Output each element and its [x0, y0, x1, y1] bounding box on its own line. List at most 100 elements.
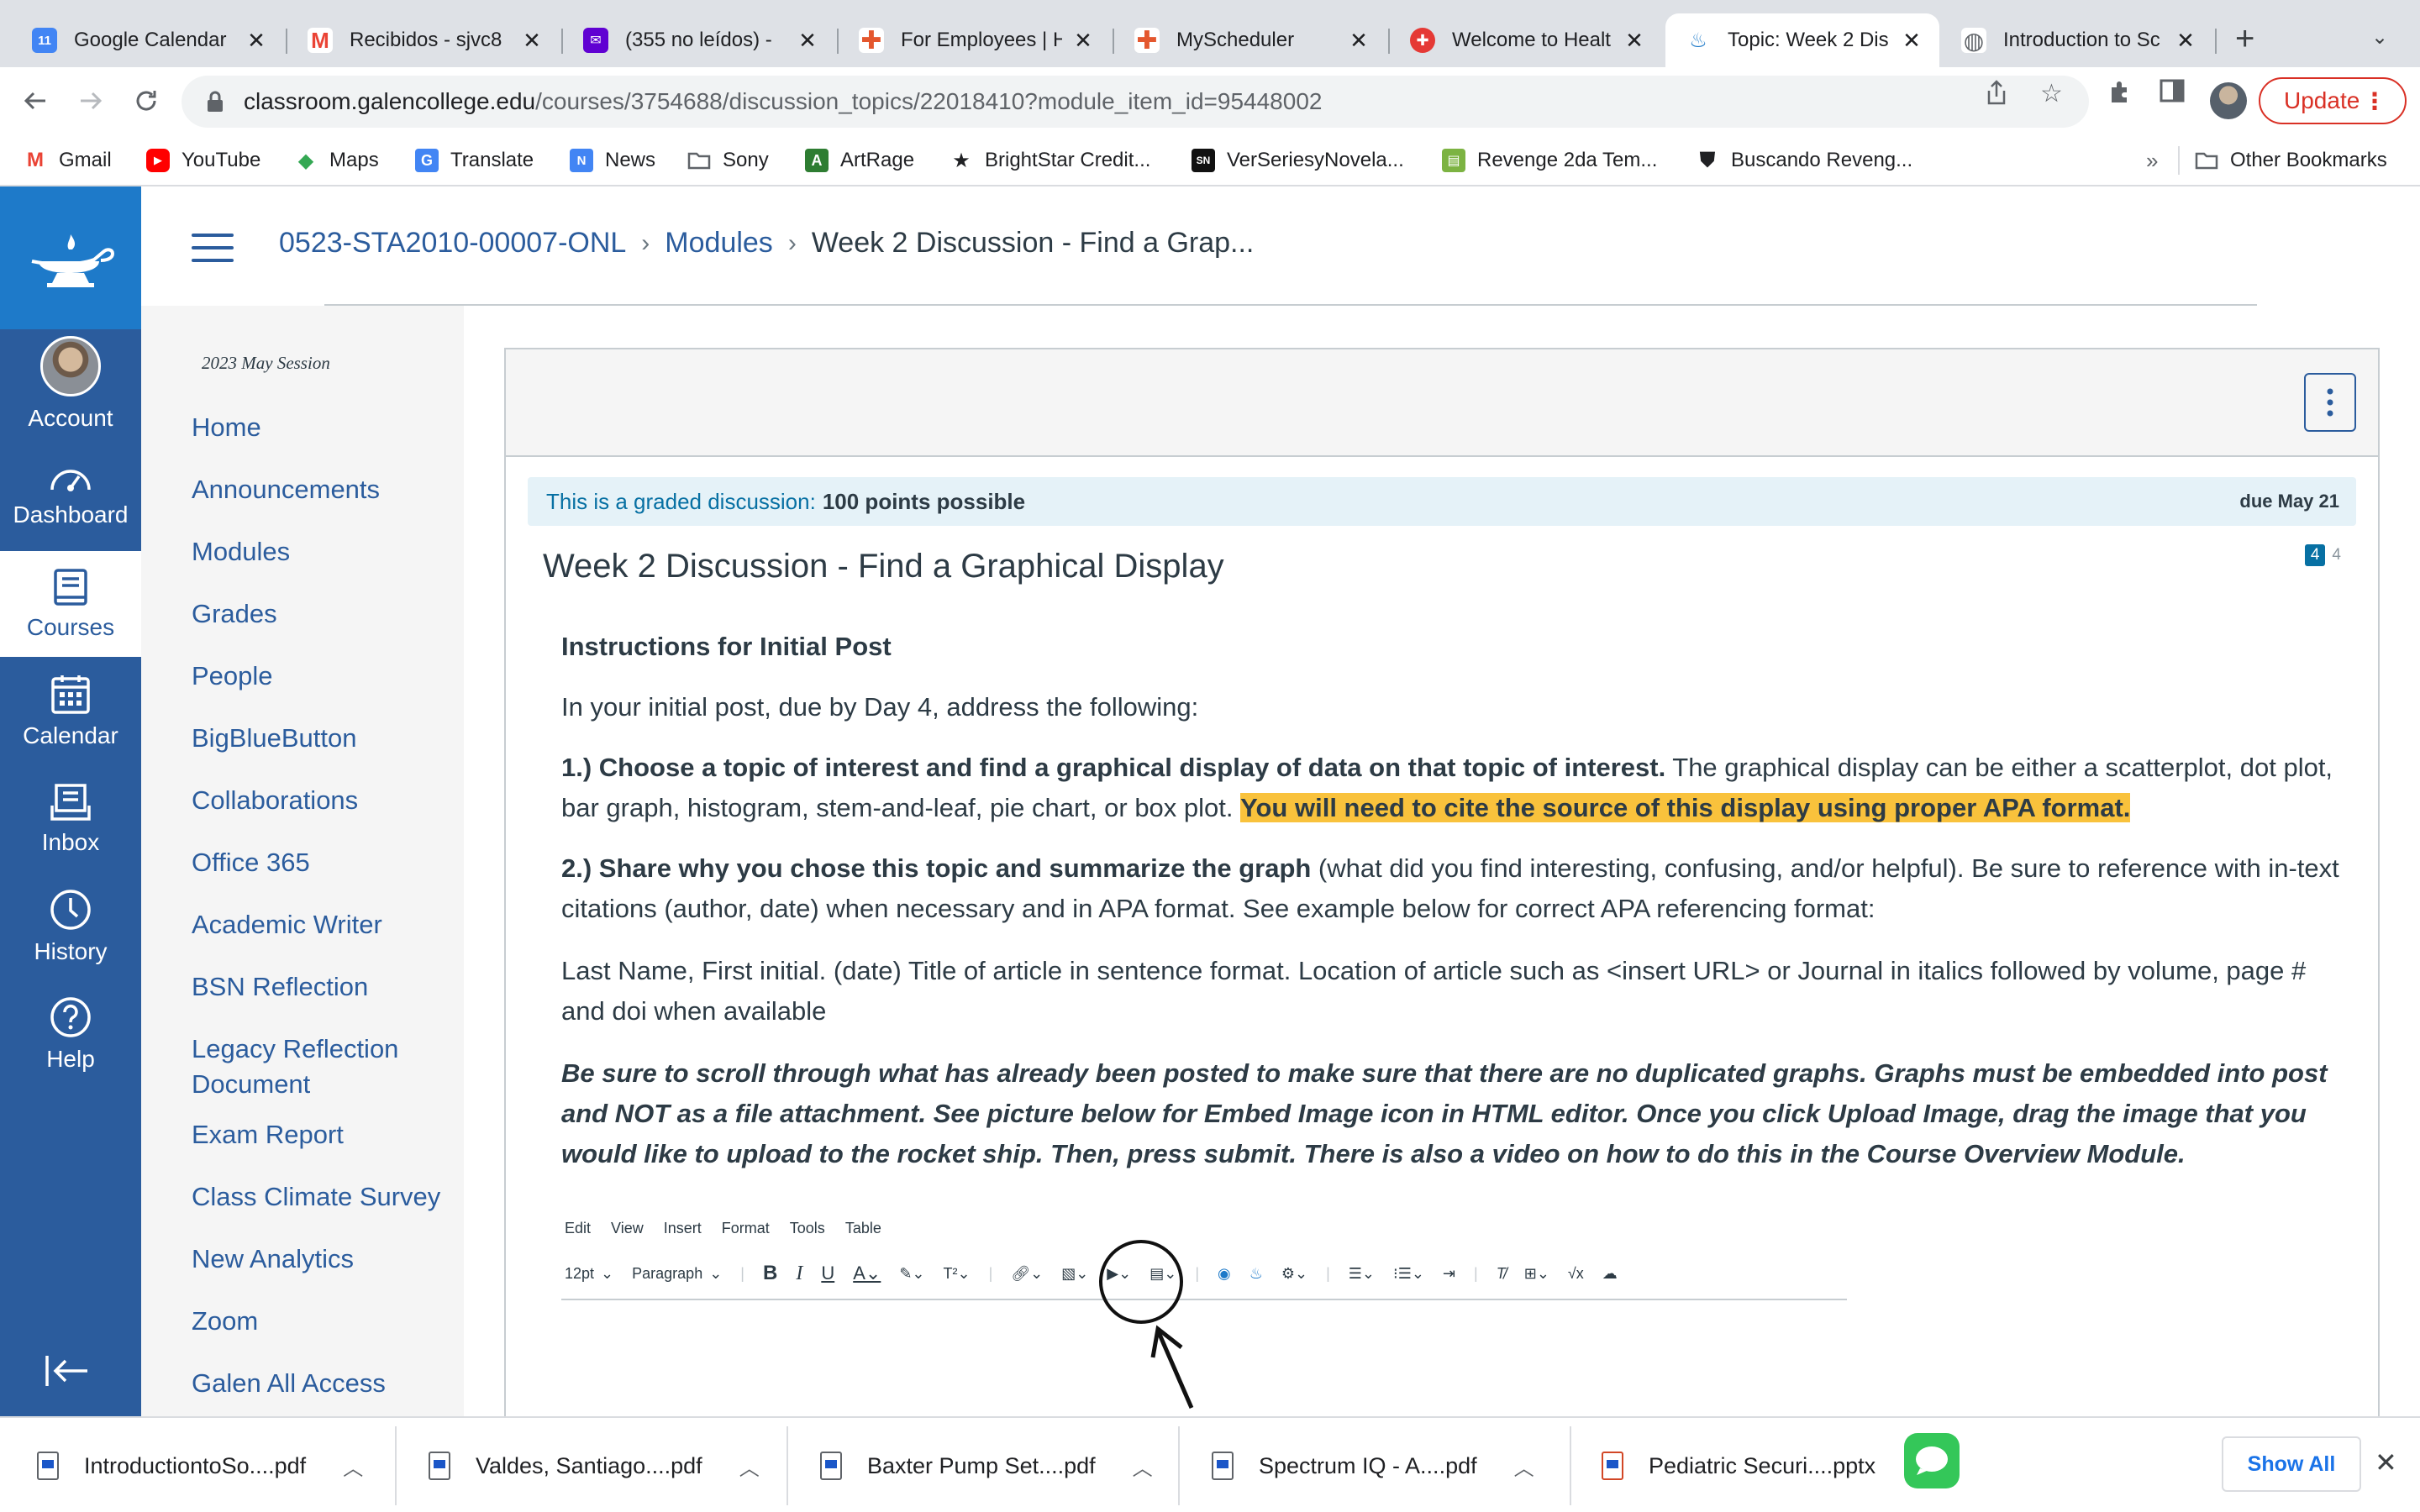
close-tab-icon[interactable]: ✕	[1346, 28, 1371, 54]
course-nav-new-analytics[interactable]: New Analytics	[192, 1242, 452, 1277]
global-nav-calendar[interactable]: Calendar	[0, 659, 141, 764]
bookmark-artrage[interactable]: A ArtRage	[805, 144, 914, 176]
divider: |	[988, 1264, 993, 1282]
download-item[interactable]: Pediatric Securi....pptx	[1602, 1418, 1938, 1512]
course-nav-bsn-reflection[interactable]: BSN Reflection	[192, 969, 452, 1005]
update-button[interactable]: Update ⋮	[2259, 77, 2407, 124]
course-nav-modules[interactable]: Modules	[192, 534, 452, 570]
global-nav-history[interactable]: History	[0, 874, 141, 979]
browser-tab[interactable]: ✚ MyScheduler ✕	[1114, 13, 1386, 67]
browser-tab[interactable]: ✚ Welcome to Healt ✕	[1390, 13, 1662, 67]
profile-avatar[interactable]	[2210, 82, 2247, 119]
download-item[interactable]: Spectrum IQ - A....pdf ︿	[1212, 1418, 1565, 1512]
lock-icon[interactable]	[198, 90, 232, 113]
graded-label: This is a graded discussion:	[546, 488, 816, 514]
bookmark-buscando[interactable]: ⛊ Buscando Reveng...	[1696, 144, 1912, 176]
download-item[interactable]: IntroductiontoSo....pdf ︿	[37, 1418, 390, 1512]
back-icon[interactable]	[15, 81, 55, 121]
global-nav-account[interactable]: Account	[0, 331, 141, 437]
close-tab-icon[interactable]: ✕	[244, 28, 269, 54]
other-bookmarks[interactable]: Other Bookmarks	[2195, 144, 2387, 176]
global-nav-courses[interactable]: Courses	[0, 551, 141, 657]
browser-tab[interactable]: ◍ Introduction to Sc ✕	[1941, 13, 2213, 67]
close-tab-icon[interactable]: ✕	[2173, 28, 2198, 54]
browser-tab[interactable]: ✚ For Employees | H ✕	[839, 13, 1111, 67]
course-nav-legacy-reflection[interactable]: Legacy Reflection Document	[192, 1032, 452, 1102]
collapse-nav-icon[interactable]	[44, 1354, 91, 1392]
globe-icon: ◍	[1961, 28, 1986, 54]
bookmark-youtube[interactable]: ▶ YouTube	[146, 144, 260, 176]
bookmark-translate[interactable]: G Translate	[415, 144, 534, 176]
bookmark-verseries[interactable]: SN VerSeriesyNovela...	[1192, 144, 1404, 176]
close-tab-icon[interactable]: ✕	[1622, 28, 1647, 54]
bookmarks-overflow-icon[interactable]: »	[2146, 144, 2158, 176]
close-tab-icon[interactable]: ✕	[795, 28, 820, 54]
course-nav-zoom[interactable]: Zoom	[192, 1304, 452, 1339]
course-nav-home[interactable]: Home	[192, 410, 452, 445]
hca-icon: ✚	[859, 27, 884, 55]
bookmark-maps[interactable]: ◆ Maps	[294, 144, 379, 176]
global-nav-help[interactable]: Help	[0, 981, 141, 1087]
news-icon: N	[570, 149, 593, 172]
divider: |	[1474, 1264, 1478, 1282]
course-nav-announcements[interactable]: Announcements	[192, 472, 452, 507]
editor-menubar: Edit View Insert Format Tools Table	[565, 1220, 881, 1236]
course-nav-exam-report[interactable]: Exam Report	[192, 1117, 452, 1152]
course-nav-bigbluebutton[interactable]: BigBlueButton	[192, 721, 452, 756]
chevron-up-icon[interactable]: ︿	[343, 1452, 363, 1481]
text-color-icon: A⌄	[853, 1263, 881, 1284]
course-nav-class-climate-survey[interactable]: Class Climate Survey	[192, 1179, 452, 1215]
messages-app-icon[interactable]	[1904, 1433, 1960, 1488]
sn-icon: SN	[1192, 149, 1215, 172]
bookmark-star-icon[interactable]: ☆	[2040, 79, 2063, 108]
browser-tab[interactable]: ✉ (355 no leídos) - ✕	[563, 13, 835, 67]
bookmark-sony[interactable]: Sony	[687, 144, 769, 176]
chevron-up-icon[interactable]: ︿	[1133, 1452, 1153, 1481]
pptx-file-icon	[1602, 1452, 1623, 1480]
reload-icon[interactable]	[126, 81, 166, 121]
address-bar[interactable]: classroom.galencollege.edu/courses/37546…	[182, 76, 2089, 128]
clear-format-icon: T̸	[1496, 1264, 1506, 1282]
tab-search-chevron-icon[interactable]: ⌄	[2371, 25, 2388, 50]
bookmark-news[interactable]: N News	[570, 144, 655, 176]
item-1-paragraph: 1.) Choose a topic of interest and find …	[561, 753, 2333, 822]
canvas-logo[interactable]	[0, 186, 141, 329]
forward-icon[interactable]	[71, 81, 111, 121]
more-menu-icon[interactable]: ⋮	[2363, 87, 2386, 115]
bookmark-brightstar[interactable]: ★ BrightStar Credit...	[950, 144, 1150, 176]
show-all-downloads-button[interactable]: Show All	[2222, 1436, 2361, 1492]
new-tab-icon[interactable]: +	[2235, 22, 2254, 55]
browser-tab[interactable]: 11 Google Calendar ✕	[12, 13, 284, 67]
calendar-icon	[51, 675, 90, 714]
share-icon[interactable]	[1985, 79, 2008, 113]
course-nav-people[interactable]: People	[192, 659, 452, 694]
close-shelf-icon[interactable]: ✕	[2375, 1446, 2397, 1478]
session-label: 2023 May Session	[202, 353, 330, 373]
extensions-icon[interactable]	[2107, 79, 2133, 111]
chevron-up-icon[interactable]: ︿	[1514, 1452, 1534, 1481]
browser-tab-active[interactable]: ♨ Topic: Week 2 Dis ✕	[1665, 13, 1939, 67]
discussion-options-button[interactable]	[2304, 373, 2356, 432]
close-tab-icon[interactable]: ✕	[519, 28, 544, 54]
course-menu-icon[interactable]	[192, 234, 234, 262]
course-nav-academic-writer[interactable]: Academic Writer	[192, 907, 452, 942]
divider	[324, 304, 2257, 306]
bookmark-gmail[interactable]: M Gmail	[24, 144, 112, 176]
course-nav-galen-all-access[interactable]: Galen All Access	[192, 1366, 452, 1401]
browser-tab[interactable]: M Recibidos - sjvc8 ✕	[287, 13, 560, 67]
breadcrumb-course[interactable]: 0523-STA2010-00007-ONL	[279, 227, 626, 260]
side-panel-icon[interactable]	[2160, 79, 2185, 109]
bookmark-revenge[interactable]: ▤ Revenge 2da Tem...	[1442, 144, 1657, 176]
course-nav-grades[interactable]: Grades	[192, 596, 452, 632]
download-item[interactable]: Valdes, Santiago....pdf ︿	[429, 1418, 781, 1512]
global-nav-inbox[interactable]: Inbox	[0, 766, 141, 872]
course-nav-collaborations[interactable]: Collaborations	[192, 783, 452, 818]
breadcrumb-modules[interactable]: Modules	[665, 227, 773, 260]
close-tab-icon[interactable]: ✕	[1899, 28, 1924, 54]
chevron-up-icon[interactable]: ︿	[739, 1452, 760, 1481]
download-item[interactable]: Baxter Pump Set....pdf ︿	[820, 1418, 1173, 1512]
course-nav-office365[interactable]: Office 365	[192, 845, 452, 880]
global-nav-dashboard[interactable]: Dashboard	[0, 442, 141, 548]
download-shelf: IntroductiontoSo....pdf ︿ Valdes, Santia…	[0, 1416, 2420, 1512]
close-tab-icon[interactable]: ✕	[1071, 28, 1096, 54]
